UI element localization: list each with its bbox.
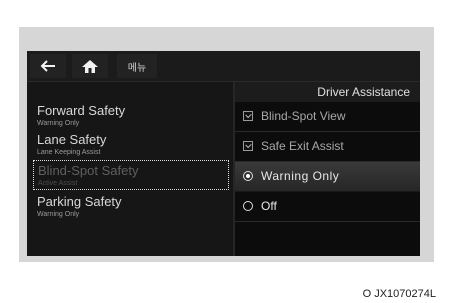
checkbox-icon[interactable] [243,111,253,121]
option-label: Blind-Spot View [261,109,346,123]
panel-title: Driver Assistance [317,85,410,99]
menu-button[interactable]: 메뉴 [117,54,157,78]
figure-code: O JX1070274L [362,288,436,300]
category-title: Lane Safety [37,132,107,147]
category-subtitle: Warning Only [37,211,80,218]
category-forward-safety[interactable]: Forward Safety Warning Only [33,101,229,131]
back-button[interactable] [30,54,66,78]
category-title: Blind-Spot Safety [38,163,139,178]
checkbox-icon[interactable] [243,141,253,151]
category-lane-safety[interactable]: Lane Safety Lane Keeping Assist [33,130,229,160]
option-safe-exit-assist[interactable]: Safe Exit Assist [235,132,420,162]
category-subtitle: Active Assist [38,180,78,187]
radio-selected-icon[interactable] [243,171,253,181]
back-arrow-icon [40,60,55,72]
option-off[interactable]: Off [235,192,420,222]
category-title: Forward Safety [37,103,126,118]
category-subtitle: Lane Keeping Assist [37,149,101,156]
category-parking-safety[interactable]: Parking Safety Warning Only [33,192,229,222]
radio-icon[interactable] [243,201,253,211]
category-blind-spot-safety[interactable]: Blind-Spot Safety Active Assist [33,160,229,190]
infotainment-screen: 메뉴 Forward Safety Warning Only Lane Safe… [27,51,420,256]
option-label: Off [261,199,277,213]
category-subtitle: Warning Only [37,120,80,127]
home-button[interactable] [72,54,108,78]
category-title: Parking Safety [37,194,122,209]
option-label: Safe Exit Assist [261,139,344,153]
option-label: Warning Only [261,169,340,183]
option-blind-spot-view[interactable]: Blind-Spot View [235,102,420,132]
top-bar: 메뉴 [27,51,420,82]
option-warning-only[interactable]: Warning Only [235,162,420,192]
panel-header: Driver Assistance [235,82,420,102]
home-icon [82,59,98,73]
